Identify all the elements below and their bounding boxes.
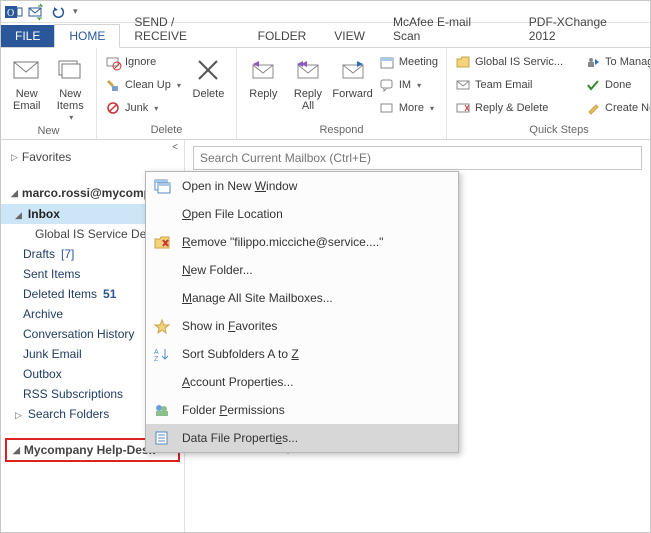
meeting-icon	[379, 54, 395, 70]
group-label-respond: Respond	[237, 122, 446, 139]
delete-button[interactable]: Delete	[187, 52, 230, 100]
to-manager-icon	[585, 54, 601, 70]
ctx-label: Show in Favorites	[182, 319, 448, 333]
quickstep-team-email[interactable]: Team Email	[453, 75, 565, 95]
create-new-icon	[585, 100, 601, 116]
chevron-right-icon: ▷	[11, 152, 18, 163]
quickstep-to-manager[interactable]: To Manager	[583, 52, 651, 72]
ctx-label: Remove "filippo.micciche@service...."	[182, 235, 448, 249]
cleanup-button[interactable]: Clean Up	[103, 75, 183, 95]
group-label-quick-steps: Quick Steps	[447, 122, 651, 139]
ribbon-group-respond: Reply Reply All Forward Meeting IM More …	[237, 48, 447, 139]
svg-text:O: O	[7, 8, 14, 19]
ignore-button[interactable]: Ignore	[103, 52, 183, 72]
collapse-nav-icon[interactable]: <	[172, 142, 178, 153]
open-window-icon	[152, 176, 172, 196]
ctx-account-properties[interactable]: Account Properties...	[146, 368, 458, 396]
quickstep-create-new[interactable]: Create New	[583, 98, 651, 118]
ctx-sort-subfolders[interactable]: AZ Sort Subfolders A to Z	[146, 340, 458, 368]
ctx-label: Account Properties...	[182, 375, 448, 389]
search-input[interactable]	[193, 146, 642, 170]
cleanup-icon	[105, 77, 121, 93]
ctx-label: New Folder...	[182, 263, 448, 277]
quickstep-reply-delete[interactable]: Reply & Delete	[453, 98, 565, 118]
sort-az-icon: AZ	[152, 344, 172, 364]
reply-all-icon	[292, 54, 324, 86]
ctx-folder-permissions[interactable]: Folder Permissions	[146, 396, 458, 424]
qat-customize-icon[interactable]: ▾	[71, 6, 78, 17]
new-items-icon	[54, 54, 86, 86]
ctx-show-in-favorites[interactable]: Show in Favorites	[146, 312, 458, 340]
ctx-data-file-properties[interactable]: Data File Properties...	[146, 424, 458, 452]
tab-view[interactable]: VIEW	[320, 25, 379, 47]
tab-home[interactable]: HOME	[54, 24, 120, 48]
new-email-button[interactable]: New Email	[7, 52, 47, 112]
group-label-new: New	[1, 123, 96, 140]
chevron-down-icon: ◢	[13, 445, 20, 456]
nav-favorites[interactable]: ▷Favorites	[1, 146, 184, 168]
reply-icon	[247, 54, 279, 86]
ribbon: New Email New Items New Ignore Clean Up …	[1, 48, 650, 140]
undo-qat-icon[interactable]	[49, 4, 67, 20]
new-items-button[interactable]: New Items	[51, 52, 91, 123]
done-check-icon	[585, 77, 601, 93]
quickstep-done[interactable]: Done	[583, 75, 651, 95]
ctx-label: Open File Location	[182, 207, 448, 221]
permissions-icon	[152, 400, 172, 420]
send-receive-qat-icon[interactable]	[27, 4, 45, 20]
ctx-label: Data File Properties...	[182, 431, 448, 445]
meeting-button[interactable]: Meeting	[377, 52, 440, 72]
ctx-manage-site-mailboxes[interactable]: Manage All Site Mailboxes...	[146, 284, 458, 312]
ribbon-group-delete: Ignore Clean Up Junk Delete Delete	[97, 48, 237, 139]
delete-x-icon	[192, 54, 224, 86]
tab-send-receive[interactable]: SEND / RECEIVE	[120, 11, 243, 47]
forward-icon	[337, 54, 369, 86]
ignore-icon	[105, 54, 121, 70]
chevron-down-icon: ◢	[15, 210, 22, 221]
ctx-new-folder[interactable]: New Folder...	[146, 256, 458, 284]
svg-text:Z: Z	[154, 356, 159, 363]
reply-all-button[interactable]: Reply All	[288, 52, 329, 112]
ribbon-group-quicksteps: Global IS Servic... Team Email Reply & D…	[447, 48, 651, 139]
chevron-down-icon: ◢	[11, 188, 18, 199]
tab-pdfxchange[interactable]: PDF-XChange 2012	[515, 11, 650, 47]
ribbon-tabstrip: FILE HOME SEND / RECEIVE FOLDER VIEW McA…	[1, 23, 650, 48]
reply-button[interactable]: Reply	[243, 52, 284, 100]
ctx-remove[interactable]: Remove "filippo.micciche@service...."	[146, 228, 458, 256]
more-icon	[379, 100, 395, 116]
im-icon	[379, 77, 395, 93]
junk-button[interactable]: Junk	[103, 98, 183, 118]
ctx-label: Manage All Site Mailboxes...	[182, 291, 448, 305]
team-email-icon	[455, 77, 471, 93]
ctx-label: Folder Permissions	[182, 403, 448, 417]
remove-mailbox-icon	[152, 232, 172, 252]
tab-file[interactable]: FILE	[1, 25, 54, 47]
outlook-logo-icon: O	[5, 4, 23, 20]
new-email-icon	[11, 54, 43, 86]
chevron-right-icon: ▷	[15, 410, 22, 421]
im-button[interactable]: IM	[377, 75, 440, 95]
ctx-label: Sort Subfolders A to Z	[182, 347, 448, 361]
respond-more-button[interactable]: More	[377, 98, 440, 118]
group-label-delete: Delete	[97, 122, 236, 139]
folder-icon	[455, 54, 471, 70]
properties-icon	[152, 428, 172, 448]
forward-button[interactable]: Forward	[332, 52, 373, 100]
ctx-open-file-location[interactable]: Open File Location	[146, 200, 458, 228]
ctx-open-new-window[interactable]: Open in New Window	[146, 172, 458, 200]
ctx-label: Open in New Window	[182, 179, 448, 193]
reply-delete-icon	[455, 100, 471, 116]
junk-icon	[105, 100, 121, 116]
quickstep-global-is[interactable]: Global IS Servic...	[453, 52, 565, 72]
tab-mcafee[interactable]: McAfee E-mail Scan	[379, 11, 515, 47]
tab-folder[interactable]: FOLDER	[244, 25, 321, 47]
ribbon-group-new: New Email New Items New	[1, 48, 97, 139]
context-menu: Open in New Window Open File Location Re…	[145, 171, 459, 453]
svg-text:A: A	[154, 349, 159, 356]
favorites-star-icon	[152, 316, 172, 336]
